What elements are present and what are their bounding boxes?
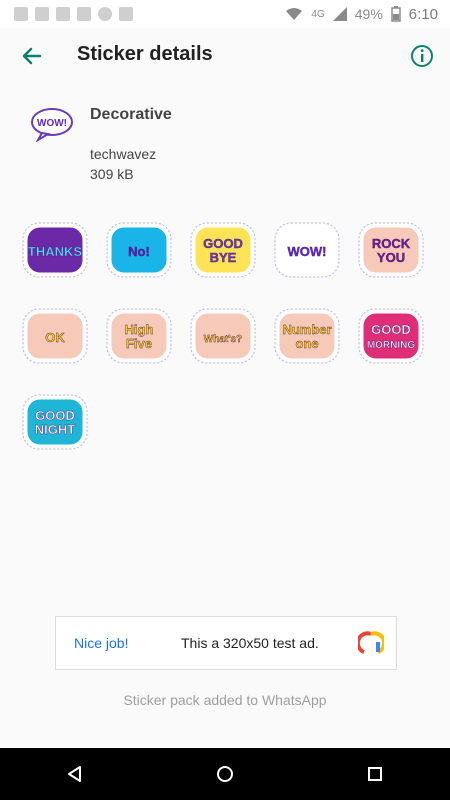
ad-nice-label: Nice job!: [74, 635, 129, 651]
pack-author: techwavez: [90, 146, 157, 162]
nav-back-button[interactable]: [55, 754, 95, 794]
ad-text: This a 320x50 test ad.: [181, 635, 319, 651]
sticker-rock-you[interactable]: ROCK YOU: [356, 216, 426, 286]
tray-text: WOW!: [37, 118, 67, 129]
toast-message: Sticker pack added to WhatsApp: [123, 692, 327, 708]
sticker-good-night[interactable]: GOOD NIGHT: [20, 388, 90, 458]
sticker-text: MORNING: [367, 340, 416, 351]
sticker-text: No!: [128, 244, 150, 259]
sticker-thanks[interactable]: THANKS: [20, 216, 90, 286]
sticker-text: GOOD: [35, 408, 75, 423]
gmail-icon: [56, 7, 70, 21]
nav-recents-icon: [368, 767, 382, 781]
sticker-text: YOU: [377, 250, 405, 265]
clock: 6:10: [408, 5, 438, 23]
sticker-text: What's?: [204, 334, 243, 345]
notification-icons: [0, 7, 133, 21]
sticker-text: WOW!: [288, 244, 327, 259]
sticker-wow[interactable]: WOW!: [272, 216, 342, 286]
notes-icon: [14, 7, 28, 21]
sticker-text: Five: [126, 336, 152, 351]
tv-icon: [35, 7, 49, 21]
nav-bar: [0, 748, 450, 800]
sticker-text: Number: [282, 322, 331, 337]
arrow-back-icon: [22, 47, 42, 65]
sticker-text: OK: [45, 330, 65, 345]
wifi-icon: [286, 8, 303, 20]
app-bar: Sticker details: [0, 28, 450, 84]
sticker-no[interactable]: No!: [104, 216, 174, 286]
tray-icon: WOW!: [30, 106, 76, 143]
ad-choices-icon[interactable]: [355, 630, 387, 656]
pack-info: WOW! Decorative techwavez 309 kB: [0, 98, 450, 188]
info-icon: [411, 45, 433, 67]
sticker-text: ROCK: [372, 236, 411, 251]
status-bar: 4G 49% 6:10: [0, 0, 450, 28]
network-label: 4G: [311, 8, 325, 20]
circle-icon: [98, 7, 112, 21]
sticker-high-five[interactable]: High Five: [104, 302, 174, 372]
back-button[interactable]: [18, 42, 46, 70]
pack-size: 309 kB: [90, 166, 134, 182]
hi-icon: [77, 7, 91, 21]
sticker-good-morning[interactable]: GOOD MORNING: [356, 302, 426, 372]
ad-banner[interactable]: Nice job! This a 320x50 test ad.: [55, 616, 397, 670]
nav-home-icon: [217, 766, 233, 782]
pack-name: Decorative: [90, 106, 172, 123]
signal-icon: [332, 7, 347, 21]
sticker-text: BYE: [210, 250, 237, 265]
sticker-text: High: [125, 322, 154, 337]
sticker-whats[interactable]: What's?: [188, 302, 258, 372]
sticker-text: GOOD: [203, 236, 243, 251]
sticker-text: one: [295, 336, 318, 351]
battery-icon: [391, 6, 401, 22]
battery-percent: 49%: [354, 6, 383, 22]
status-right: 4G 49% 6:10: [285, 0, 438, 28]
nav-home-button[interactable]: [205, 754, 245, 794]
page-title: Sticker details: [77, 43, 213, 65]
sticker-ok[interactable]: OK: [20, 302, 90, 372]
nav-recents-button[interactable]: [355, 754, 395, 794]
sticker-good-bye[interactable]: GOOD BYE: [188, 216, 258, 286]
sticker-text: THANKS: [28, 244, 82, 259]
sticker-text: NIGHT: [35, 422, 76, 437]
info-button[interactable]: [408, 42, 436, 70]
sticker-number-one[interactable]: Number one: [272, 302, 342, 372]
nav-back-icon: [68, 766, 81, 782]
sticker-text: GOOD: [371, 322, 411, 337]
sun-icon: [119, 7, 133, 21]
